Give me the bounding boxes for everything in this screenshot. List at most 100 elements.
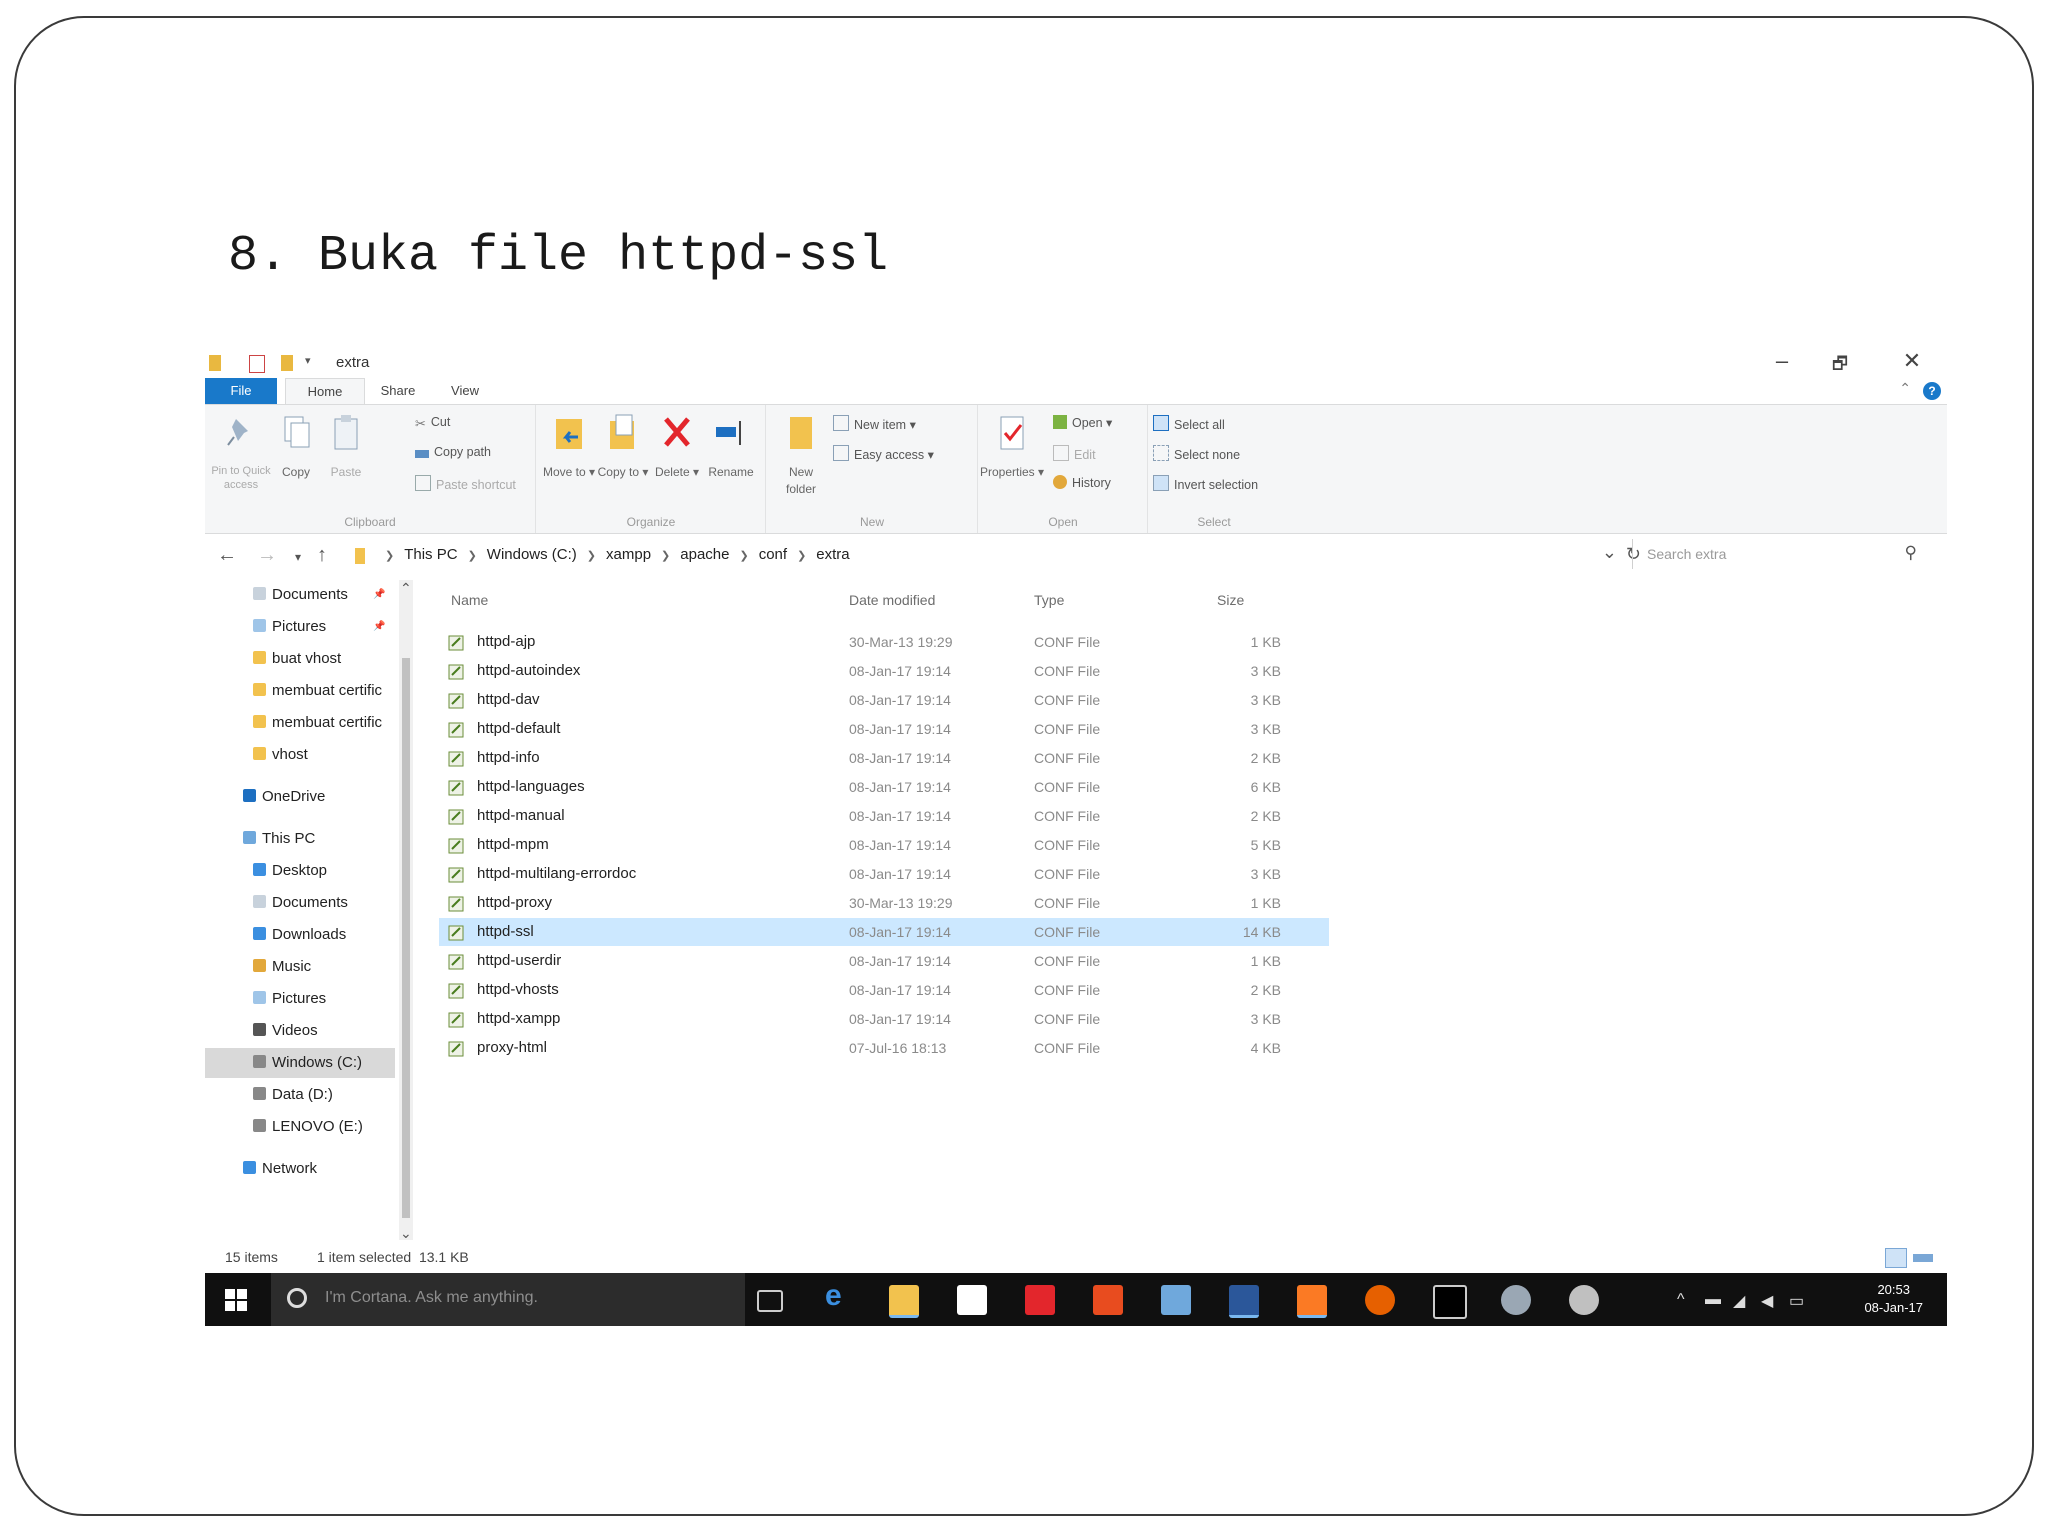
file-row[interactable]: httpd-manual 08-Jan-17 19:14 CONF File 2 KB bbox=[439, 802, 1329, 830]
nav-scrollbar[interactable]: ⌃ ⌄ bbox=[399, 580, 413, 1242]
restore-button[interactable]: 🗗 bbox=[1825, 351, 1855, 380]
column-header-size[interactable]: Size bbox=[1217, 592, 1244, 608]
large-icons-view-icon[interactable] bbox=[1913, 1254, 1933, 1262]
xampp-icon[interactable] bbox=[1297, 1285, 1327, 1318]
paste-shortcut-button[interactable]: Paste shortcut bbox=[415, 475, 516, 492]
sidebar-item-data-d[interactable]: Data (D:) bbox=[205, 1080, 395, 1110]
settings-app-icon[interactable] bbox=[1569, 1285, 1599, 1315]
file-row[interactable]: httpd-ajp 30-Mar-13 19:29 CONF File 1 KB bbox=[439, 628, 1329, 656]
breadcrumb-item[interactable]: Windows (C:) bbox=[487, 546, 577, 563]
easy-access-button[interactable]: Easy access ▾ bbox=[833, 445, 934, 462]
breadcrumb-item[interactable]: xampp bbox=[606, 546, 651, 563]
copy-to-button[interactable]: Copy to ▾ bbox=[595, 413, 651, 481]
close-button[interactable]: ✕ bbox=[1897, 348, 1927, 374]
properties-quick-icon[interactable] bbox=[249, 355, 265, 373]
sidebar-item-pictures-pc[interactable]: Pictures bbox=[205, 984, 395, 1014]
sidebar-item-videos[interactable]: Videos bbox=[205, 1016, 395, 1046]
sidebar-item-vhost[interactable]: vhost bbox=[205, 740, 395, 770]
file-explorer-icon[interactable] bbox=[889, 1285, 919, 1318]
rename-button[interactable]: Rename bbox=[703, 413, 759, 481]
sidebar-item-documents-pc[interactable]: Documents bbox=[205, 888, 395, 918]
pin-icon[interactable]: 📌 bbox=[373, 612, 385, 642]
store-icon[interactable] bbox=[957, 1285, 987, 1315]
paste-button[interactable]: Paste bbox=[321, 413, 371, 481]
pin-quick-access-button[interactable]: Pin to Quick access bbox=[211, 413, 271, 492]
pin-icon[interactable]: 📌 bbox=[373, 580, 385, 610]
file-row[interactable]: httpd-default 08-Jan-17 19:14 CONF File 3 K… bbox=[439, 715, 1329, 743]
file-row[interactable]: httpd-userdir 08-Jan-17 19:14 CONF File 1 K… bbox=[439, 947, 1329, 975]
copy-button[interactable]: Copy bbox=[271, 413, 321, 481]
sidebar-item-pictures[interactable]: Pictures 📌 bbox=[205, 612, 395, 642]
sidebar-item-lenovo-e[interactable]: LENOVO (E:) bbox=[205, 1112, 395, 1142]
scroll-up-icon[interactable]: ⌃ bbox=[400, 580, 412, 597]
sidebar-item-music[interactable]: Music bbox=[205, 952, 395, 982]
sidebar-item-network[interactable]: Network bbox=[205, 1154, 395, 1184]
file-row[interactable]: proxy-html 07-Jul-16 18:13 CONF File 4 KB bbox=[439, 1034, 1329, 1062]
invert-selection-button[interactable]: Invert selection bbox=[1153, 475, 1258, 492]
properties-button[interactable]: Properties ▾ bbox=[979, 413, 1045, 481]
tab-share[interactable]: Share bbox=[368, 378, 428, 404]
details-view-icon[interactable] bbox=[1885, 1248, 1907, 1268]
new-folder-button[interactable]: New folder bbox=[773, 413, 829, 498]
breadcrumb-item[interactable]: apache bbox=[680, 546, 729, 563]
sidebar-item-desktop[interactable]: Desktop bbox=[205, 856, 395, 886]
select-none-button[interactable]: Select none bbox=[1153, 445, 1240, 462]
copy-path-button[interactable]: Copy path bbox=[415, 445, 491, 459]
file-row[interactable]: httpd-autoindex 08-Jan-17 19:14 CONF File 3… bbox=[439, 657, 1329, 685]
scroll-down-icon[interactable]: ⌄ bbox=[400, 1225, 412, 1242]
breadcrumb-item[interactable]: extra bbox=[816, 546, 849, 563]
forward-button[interactable]: → bbox=[257, 544, 277, 567]
sidebar-item-onedrive[interactable]: OneDrive bbox=[205, 782, 395, 812]
move-to-button[interactable]: Move to ▾ bbox=[541, 413, 597, 481]
column-header-date[interactable]: Date modified bbox=[849, 592, 935, 608]
edge-icon[interactable]: e bbox=[825, 1279, 855, 1312]
sidebar-item-membuat-certific-2[interactable]: membuat certific bbox=[205, 708, 395, 738]
column-header-type[interactable]: Type bbox=[1034, 592, 1064, 608]
history-button[interactable]: History bbox=[1053, 475, 1111, 490]
show-hidden-icons-icon[interactable]: ^ bbox=[1677, 1291, 1685, 1309]
network-app-icon[interactable] bbox=[1501, 1285, 1531, 1315]
notes-app-icon[interactable] bbox=[1161, 1285, 1191, 1315]
open-button[interactable]: Open ▾ bbox=[1053, 415, 1112, 430]
volume-icon[interactable]: ◀ bbox=[1761, 1291, 1773, 1311]
sidebar-item-buat-vhost[interactable]: buat vhost bbox=[205, 644, 395, 674]
edit-button[interactable]: Edit bbox=[1053, 445, 1096, 462]
tab-file[interactable]: File bbox=[205, 378, 277, 404]
help-icon[interactable]: ? bbox=[1923, 382, 1941, 400]
mail-icon[interactable] bbox=[1025, 1285, 1055, 1315]
tab-view[interactable]: View bbox=[435, 378, 495, 404]
file-row[interactable]: httpd-vhosts 08-Jan-17 19:14 CONF File 2 KB bbox=[439, 976, 1329, 1004]
windows-start-icon[interactable] bbox=[225, 1289, 247, 1311]
minimize-button[interactable]: – bbox=[1767, 348, 1797, 374]
cortana-search-box[interactable]: I'm Cortana. Ask me anything. bbox=[271, 1273, 745, 1326]
sidebar-item-this-pc[interactable]: This PC bbox=[205, 824, 395, 854]
file-row[interactable]: httpd-info 08-Jan-17 19:14 CONF File 2 KB bbox=[439, 744, 1329, 772]
network-icon[interactable]: ◢ bbox=[1733, 1291, 1745, 1311]
cut-button[interactable]: ✂ Cut bbox=[415, 415, 450, 431]
file-row[interactable]: httpd-xampp 08-Jan-17 19:14 CONF File 3 KB bbox=[439, 1005, 1329, 1033]
select-all-button[interactable]: Select all bbox=[1153, 415, 1225, 432]
sidebar-item-membuat-certific-1[interactable]: membuat certific bbox=[205, 676, 395, 706]
firefox-icon[interactable] bbox=[1365, 1285, 1395, 1315]
file-row[interactable]: httpd-ssl 08-Jan-17 19:14 CONF File 14 KB bbox=[439, 918, 1329, 946]
back-button[interactable]: ← bbox=[217, 544, 237, 567]
delete-button[interactable]: Delete ▾ bbox=[649, 413, 705, 481]
file-row[interactable]: httpd-multilang-errordoc 08-Jan-17 19:14 C… bbox=[439, 860, 1329, 888]
file-row[interactable]: httpd-mpm 08-Jan-17 19:14 CONF File 5 KB bbox=[439, 831, 1329, 859]
battery-icon[interactable]: ▬ bbox=[1705, 1291, 1721, 1309]
breadcrumb-item[interactable]: conf bbox=[759, 546, 787, 563]
search-input[interactable]: Search extra ⚲ bbox=[1632, 539, 1923, 569]
clock[interactable]: 20:53 08-Jan-17 bbox=[1864, 1281, 1923, 1317]
task-view-icon[interactable] bbox=[757, 1290, 783, 1312]
new-item-button[interactable]: New item ▾ bbox=[833, 415, 916, 432]
search-icon[interactable]: ⚲ bbox=[1905, 543, 1917, 563]
collapse-ribbon-icon[interactable]: ⌃ bbox=[1899, 380, 1911, 397]
office-icon[interactable] bbox=[1093, 1285, 1123, 1315]
command-prompt-icon[interactable] bbox=[1433, 1285, 1467, 1319]
file-row[interactable]: httpd-dav 08-Jan-17 19:14 CONF File 3 KB bbox=[439, 686, 1329, 714]
action-center-icon[interactable]: ▭ bbox=[1789, 1291, 1804, 1311]
column-header-name[interactable]: Name bbox=[451, 592, 488, 608]
up-button[interactable]: ↑ bbox=[317, 544, 327, 567]
recent-locations-button[interactable]: ▾ bbox=[295, 550, 301, 564]
file-row[interactable]: httpd-languages 08-Jan-17 19:14 CONF File 6… bbox=[439, 773, 1329, 801]
